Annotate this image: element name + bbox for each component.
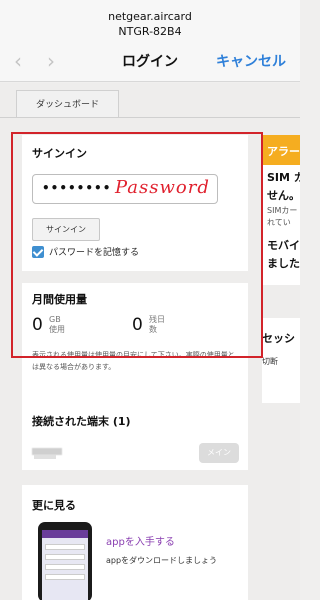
usage-note: 表示される使用量は使用量の目安にして下さい。実際の使用量とは異なる場合があります…: [32, 351, 235, 371]
session-title: セッシ: [262, 332, 295, 345]
alert-sub-2: れてい: [267, 218, 291, 227]
alert-line-1: SIM カ: [267, 171, 300, 184]
checkbox-checked-icon[interactable]: [32, 245, 44, 258]
alert-line-2: せん。: [267, 189, 300, 202]
usage-days-unit: 残日数: [149, 315, 165, 334]
cancel-button[interactable]: キャンセル: [216, 51, 286, 71]
usage-used-value: 0: [32, 315, 43, 335]
phone-app-image: [38, 522, 92, 600]
devices-title: 接続された端末 (1): [32, 415, 131, 428]
more-title: 更に見る: [32, 499, 76, 512]
session-status: 切断: [262, 357, 278, 366]
usage-days-value: 0: [132, 315, 143, 335]
password-annotation: Password: [115, 177, 210, 198]
usage-title: 月間使用量: [32, 293, 87, 306]
devices-card: 接続された端末 (1) メイン: [22, 403, 248, 470]
device-detail-blurred: [34, 455, 56, 459]
device-name-blurred: [32, 448, 62, 455]
download-app-text: appをダウンロードしましょう: [106, 556, 218, 565]
alert-line-4: ました: [267, 257, 300, 270]
usage-used-unit: GB 使用: [49, 315, 65, 334]
url-line-1: netgear.aircard: [108, 10, 192, 23]
alert-line-3: モバイ: [267, 239, 300, 252]
signin-title: サインイン: [32, 147, 87, 160]
get-app-link[interactable]: appを入手する: [106, 533, 175, 548]
alert-title: アラー: [263, 135, 300, 165]
alert-card: アラー SIM カ せん。 SIMカー れてい モバイ ました: [262, 135, 300, 285]
session-card: セッシ 切断: [262, 318, 300, 403]
signin-button[interactable]: サインイン: [32, 218, 100, 241]
signin-card: サインイン •••••••• Password サインイン パスワードを記憶する: [22, 135, 248, 271]
password-value: ••••••••: [42, 181, 112, 195]
remember-label: パスワードを記憶する: [49, 248, 140, 258]
tab-divider: [0, 117, 300, 118]
more-card: 更に見る appを入手する appをダウンロードしましょう: [22, 485, 248, 600]
password-field[interactable]: •••••••• Password: [32, 174, 218, 204]
remember-password[interactable]: パスワードを記憶する: [32, 245, 139, 258]
url-line-2: NTGR-82B4: [118, 25, 182, 38]
tab-dashboard[interactable]: ダッシュボード: [16, 90, 119, 118]
browser-header: netgear.aircard NTGR-82B4 ‹ › ログイン キャンセル: [0, 0, 300, 82]
main-button[interactable]: メイン: [199, 443, 239, 463]
alert-sub-1: SIMカー: [267, 206, 298, 215]
dashboard-content: ダッシュボード サインイン •••••••• Password サインイン パス…: [0, 83, 300, 600]
